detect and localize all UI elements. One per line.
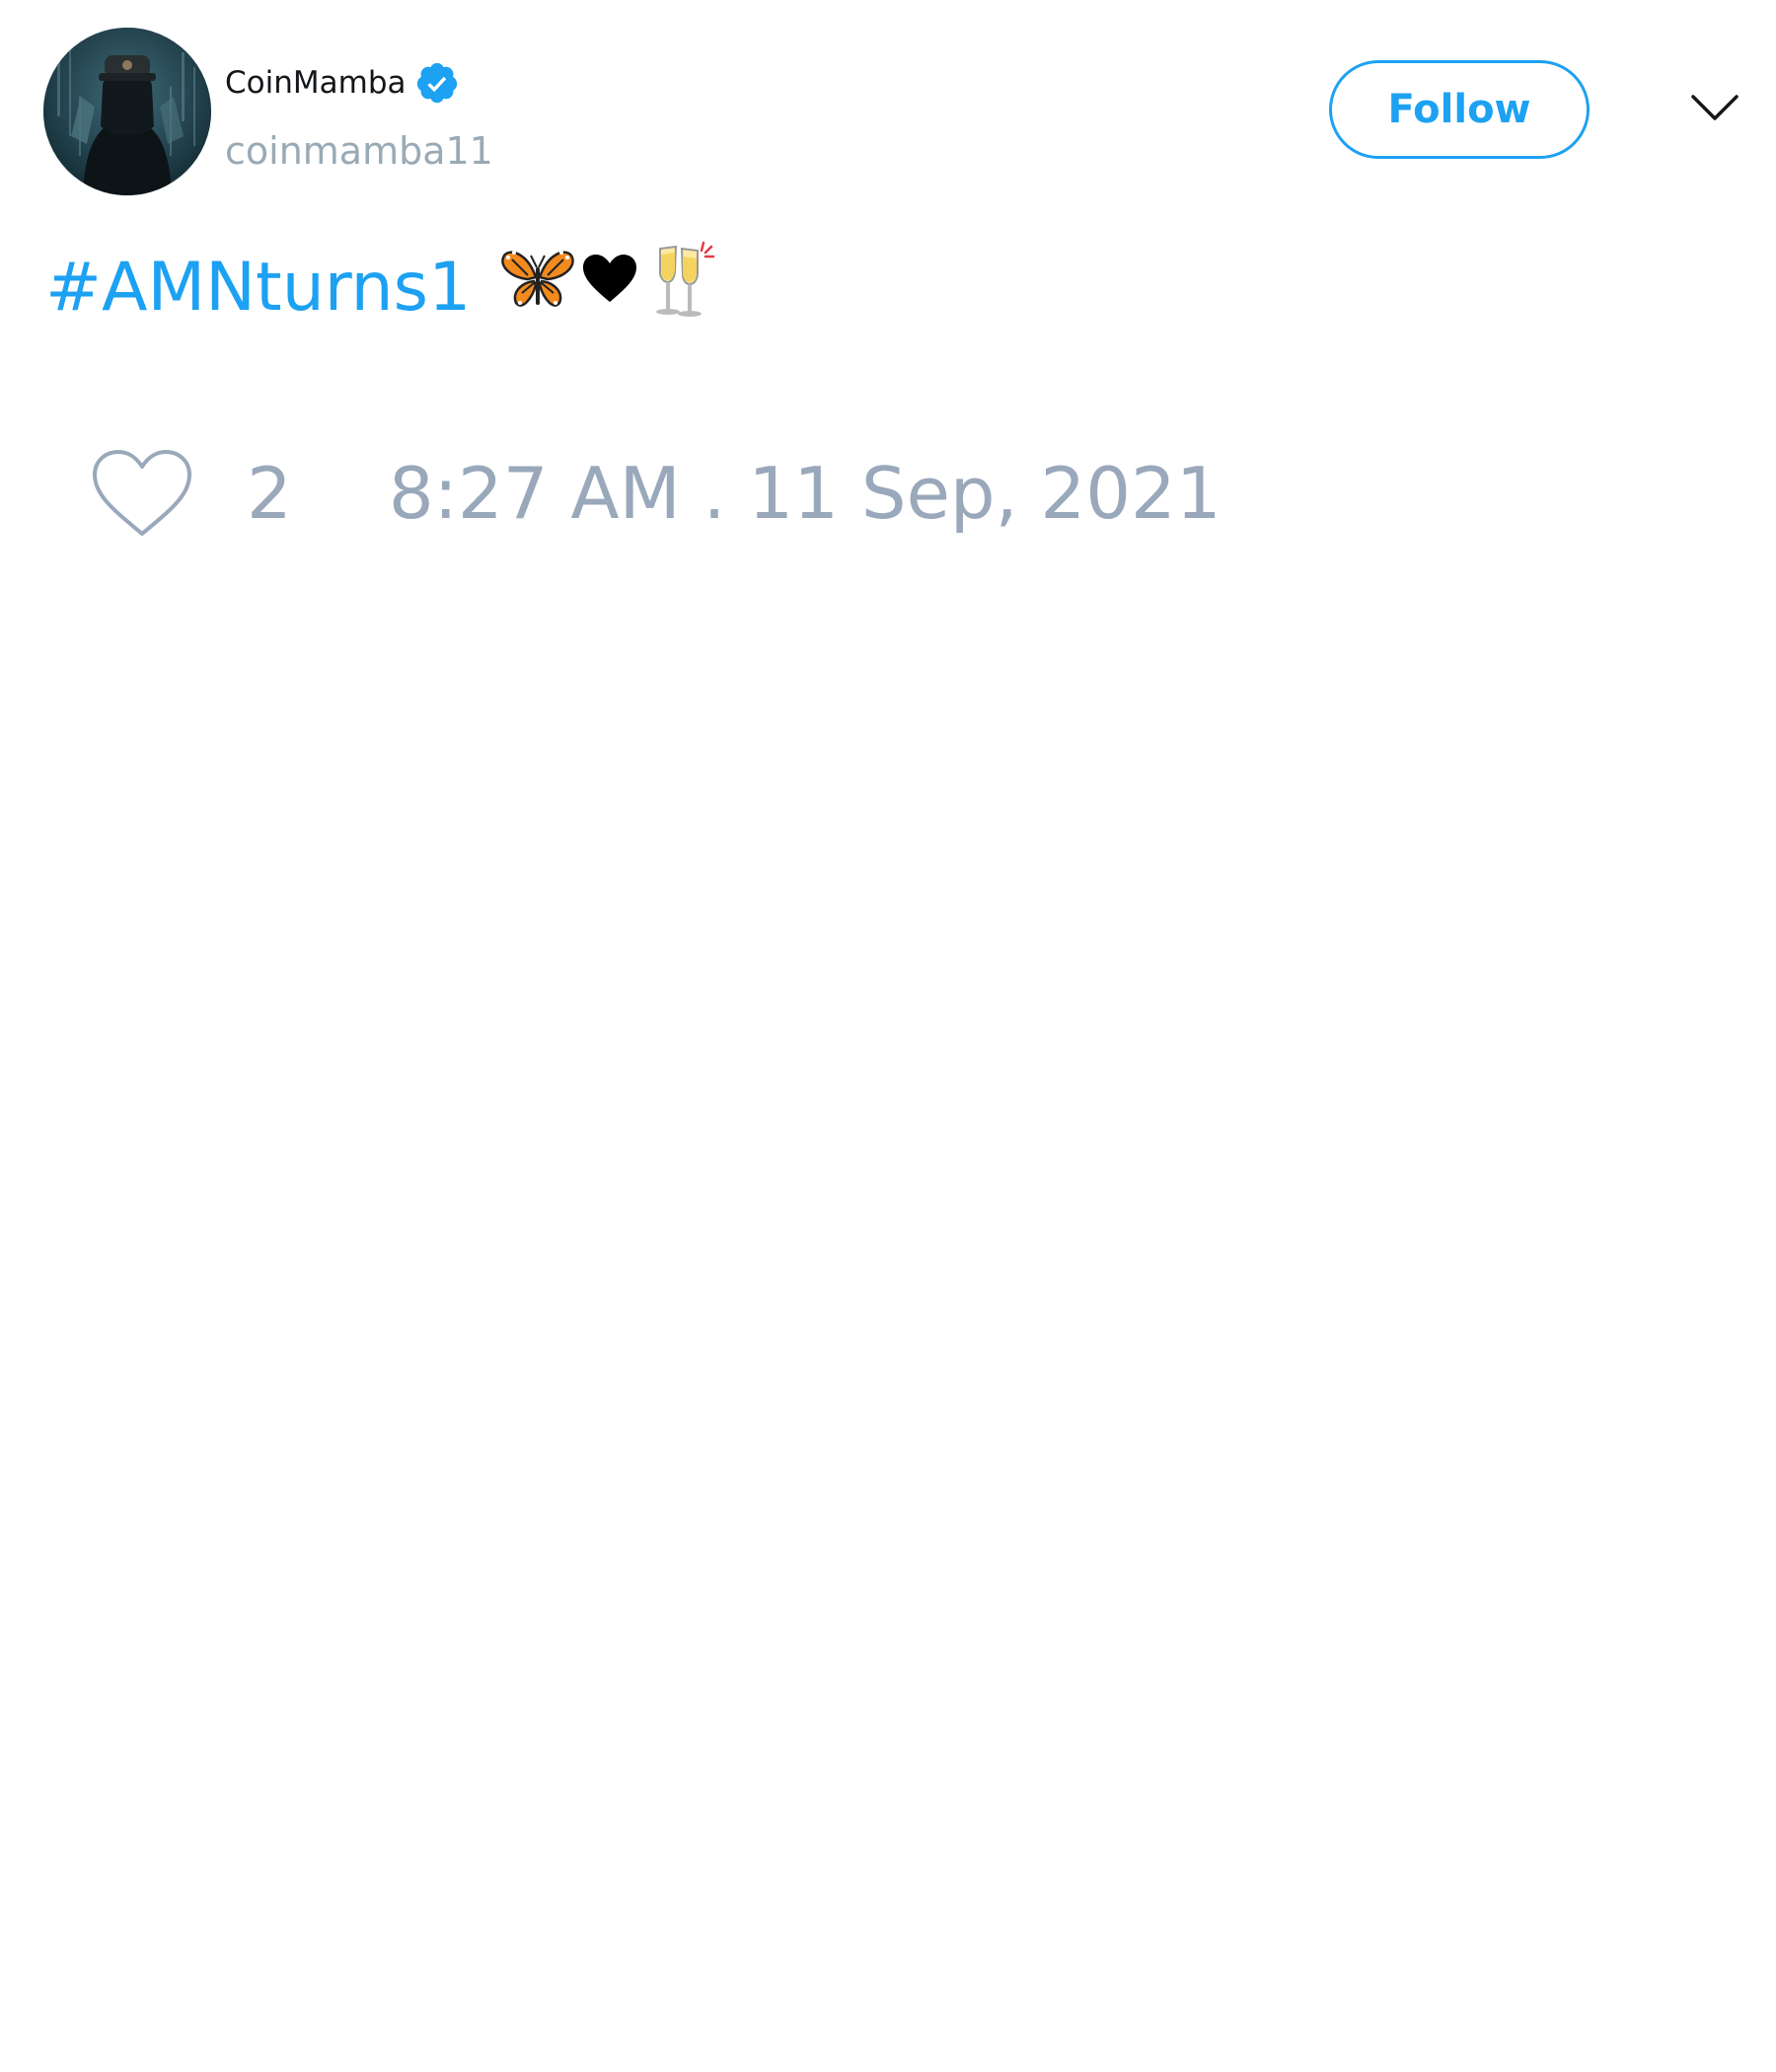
follow-button[interactable]: Follow — [1329, 60, 1590, 159]
timestamp[interactable]: 8:27 AM . 11 Sep, 2021 — [389, 444, 1221, 543]
avatar-hooded-figure-icon — [43, 28, 211, 195]
username[interactable]: coinmamba11 — [225, 126, 493, 176]
black-heart-emoji-icon — [579, 249, 640, 328]
heart-icon[interactable] — [89, 447, 195, 540]
author-name-row: CoinMamba — [225, 57, 460, 109]
chevron-down-icon[interactable] — [1689, 91, 1740, 126]
like-count: 2 — [247, 452, 292, 535]
tweet-meta: 2 8:27 AM . 11 Sep, 2021 — [89, 444, 1221, 543]
tweet-card: CoinMamba coinmamba11 Follow #AMNturns1 — [0, 0, 1776, 2072]
verified-badge-icon — [414, 60, 460, 106]
tweet-text: #AMNturns1 — [45, 241, 719, 328]
display-name[interactable]: CoinMamba — [225, 57, 407, 109]
butterfly-emoji-icon — [498, 244, 577, 333]
avatar[interactable] — [43, 28, 211, 195]
emoji-group — [498, 239, 719, 337]
clinking-glasses-emoji-icon — [642, 239, 719, 337]
hashtag-link[interactable]: #AMNturns1 — [45, 249, 471, 328]
